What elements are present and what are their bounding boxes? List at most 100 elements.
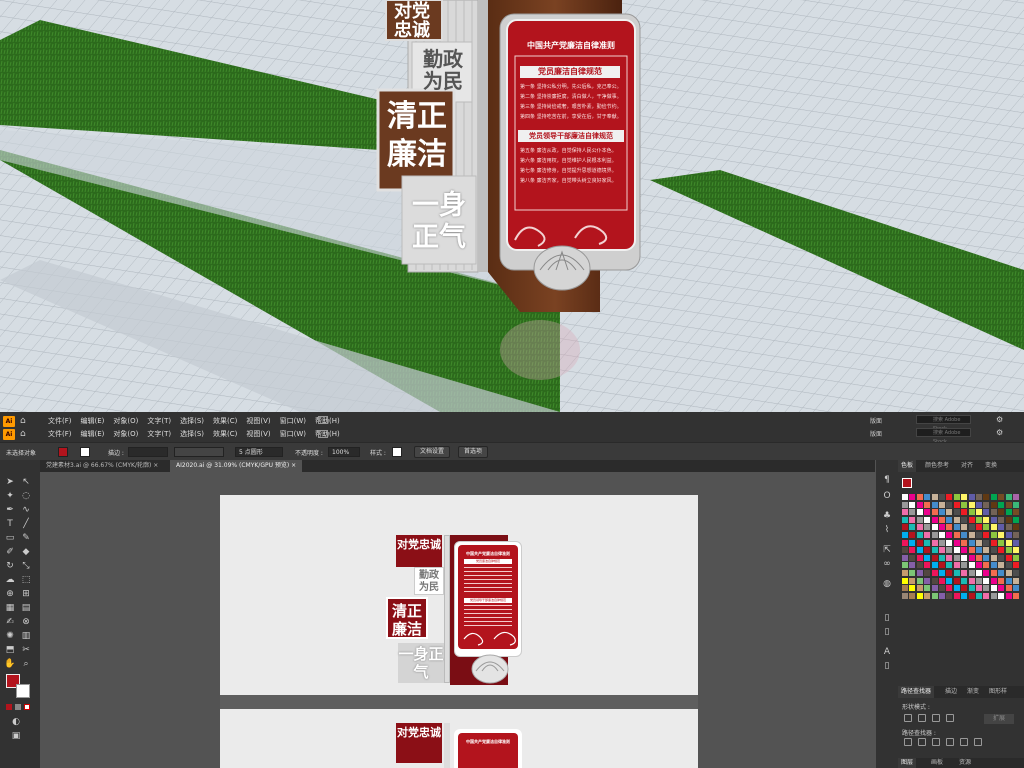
menu-file[interactable]: 文件(F) xyxy=(48,416,72,426)
artboard-2-panel-1[interactable]: 对党忠诚 xyxy=(396,723,442,763)
artboard-2[interactable]: 对党忠诚 中国共产党廉洁自律准则 xyxy=(220,709,698,768)
color-swatch[interactable] xyxy=(953,570,960,576)
color-swatch[interactable] xyxy=(983,509,990,516)
color-swatch[interactable] xyxy=(931,516,938,523)
color-swatch[interactable] xyxy=(946,547,953,554)
color-swatch[interactable] xyxy=(1005,592,1012,599)
preferences-button[interactable]: 首选项 xyxy=(458,446,489,458)
color-swatch[interactable] xyxy=(931,524,938,531)
opentype-icon[interactable]: O xyxy=(881,490,893,502)
arrange-grid-icon[interactable] xyxy=(318,416,328,424)
color-swatch[interactable] xyxy=(924,547,931,554)
color-swatch[interactable] xyxy=(924,539,931,546)
menu-edit[interactable]: 编辑(E) xyxy=(81,416,105,426)
color-swatch[interactable] xyxy=(902,532,908,538)
menu-effect[interactable]: 效果(C) xyxy=(213,429,237,439)
color-swatch[interactable] xyxy=(946,509,953,516)
rectangle-tool-icon[interactable]: ▭ xyxy=(4,532,16,544)
color-swatch[interactable] xyxy=(990,547,997,554)
color-swatch[interactable] xyxy=(909,577,916,584)
color-swatch[interactable] xyxy=(998,532,1005,538)
shape-builder-icon[interactable]: ⊕ xyxy=(4,588,16,600)
color-swatch[interactable] xyxy=(983,562,990,569)
color-swatch[interactable] xyxy=(990,532,997,538)
color-swatch[interactable] xyxy=(968,501,975,508)
color-swatch[interactable] xyxy=(924,577,931,584)
color-swatch[interactable] xyxy=(990,592,997,599)
color-swatch[interactable] xyxy=(976,509,982,516)
canvas-area[interactable]: 对党忠诚 勤政为民 清正廉洁 一身正气 中国共产党廉洁自律准则 党员廉洁自律规范… xyxy=(40,472,875,768)
exclude-icon[interactable] xyxy=(946,714,954,722)
color-swatch[interactable] xyxy=(931,585,938,592)
color-swatch[interactable] xyxy=(990,585,997,592)
color-swatch[interactable] xyxy=(924,509,931,516)
divide-icon[interactable] xyxy=(904,738,912,746)
color-swatch[interactable] xyxy=(909,532,916,538)
color-swatch[interactable] xyxy=(909,524,916,531)
artboard-panel-2[interactable]: 勤政为民 xyxy=(414,567,444,595)
color-swatch[interactable] xyxy=(1013,516,1019,523)
color-swatch[interactable] xyxy=(998,562,1005,569)
color-swatch[interactable] xyxy=(968,592,975,599)
color-swatch[interactable] xyxy=(1013,554,1019,561)
color-swatch[interactable] xyxy=(939,501,945,508)
color-swatch[interactable] xyxy=(961,494,968,500)
menu-type[interactable]: 文字(T) xyxy=(147,429,171,439)
home-icon[interactable]: ⌂ xyxy=(20,430,30,439)
color-swatch[interactable] xyxy=(998,570,1005,576)
color-swatch[interactable] xyxy=(1013,532,1019,538)
color-swatch[interactable] xyxy=(998,592,1005,599)
color-swatch[interactable] xyxy=(968,547,975,554)
menu-window[interactable]: 窗口(W) xyxy=(280,429,306,439)
shaper-tool-icon[interactable]: ✐ xyxy=(4,546,16,558)
color-swatch[interactable] xyxy=(961,592,968,599)
color-swatch[interactable] xyxy=(1005,509,1012,516)
color-swatch[interactable] xyxy=(961,524,968,531)
tab-swatches[interactable]: 色板 xyxy=(898,460,917,472)
color-swatch[interactable] xyxy=(983,570,990,576)
color-swatch[interactable] xyxy=(902,570,908,576)
stock-search-input[interactable]: 搜索 Adobe Stock xyxy=(916,415,971,432)
color-swatch[interactable] xyxy=(953,577,960,584)
stock-search-input[interactable]: 搜索 Adobe Stock xyxy=(916,428,971,445)
color-swatch[interactable] xyxy=(983,494,990,500)
color-swatch[interactable] xyxy=(916,516,923,523)
color-swatch[interactable] xyxy=(916,554,923,561)
color-swatch[interactable] xyxy=(998,554,1005,561)
color-swatch[interactable] xyxy=(931,570,938,576)
color-swatch[interactable] xyxy=(968,539,975,546)
color-swatch[interactable] xyxy=(983,524,990,531)
color-swatch[interactable] xyxy=(931,501,938,508)
color-swatch[interactable] xyxy=(946,554,953,561)
color-swatch[interactable] xyxy=(924,516,931,523)
color-swatch[interactable] xyxy=(946,516,953,523)
color-swatch[interactable] xyxy=(931,539,938,546)
color-swatch[interactable] xyxy=(939,539,945,546)
pen-tool-icon[interactable]: ✒ xyxy=(4,504,16,516)
color-swatch[interactable] xyxy=(953,547,960,554)
color-swatch[interactable] xyxy=(909,501,916,508)
tab-transform[interactable]: 变换 xyxy=(982,460,1000,472)
menu-object[interactable]: 对象(O) xyxy=(113,429,138,439)
tab-document-1[interactable]: 党建素材3.ai @ 66.67% (CMYK/轮廓) × xyxy=(40,460,164,472)
color-swatch[interactable] xyxy=(1005,516,1012,523)
color-swatch[interactable] xyxy=(968,494,975,500)
color-swatch[interactable] xyxy=(916,547,923,554)
color-swatch[interactable] xyxy=(909,494,916,500)
menu-type[interactable]: 文字(T) xyxy=(147,416,171,426)
color-swatch[interactable] xyxy=(916,501,923,508)
color-swatch[interactable] xyxy=(931,562,938,569)
tab-pathfinder[interactable]: 路径查找器 xyxy=(898,686,935,698)
character-icon[interactable]: A xyxy=(881,646,893,658)
rotate-tool-icon[interactable]: ↻ xyxy=(4,560,16,572)
color-swatch[interactable] xyxy=(946,532,953,538)
magic-wand-icon[interactable]: ✦ xyxy=(4,490,16,502)
color-swatch[interactable] xyxy=(961,562,968,569)
color-swatch[interactable] xyxy=(976,501,982,508)
draw-mode-icon[interactable]: ◐ xyxy=(10,716,22,728)
color-swatch[interactable] xyxy=(961,501,968,508)
mesh-tool-icon[interactable]: ▦ xyxy=(4,602,16,614)
color-swatch[interactable] xyxy=(998,585,1005,592)
color-swatch[interactable] xyxy=(961,585,968,592)
color-swatch[interactable] xyxy=(924,494,931,500)
